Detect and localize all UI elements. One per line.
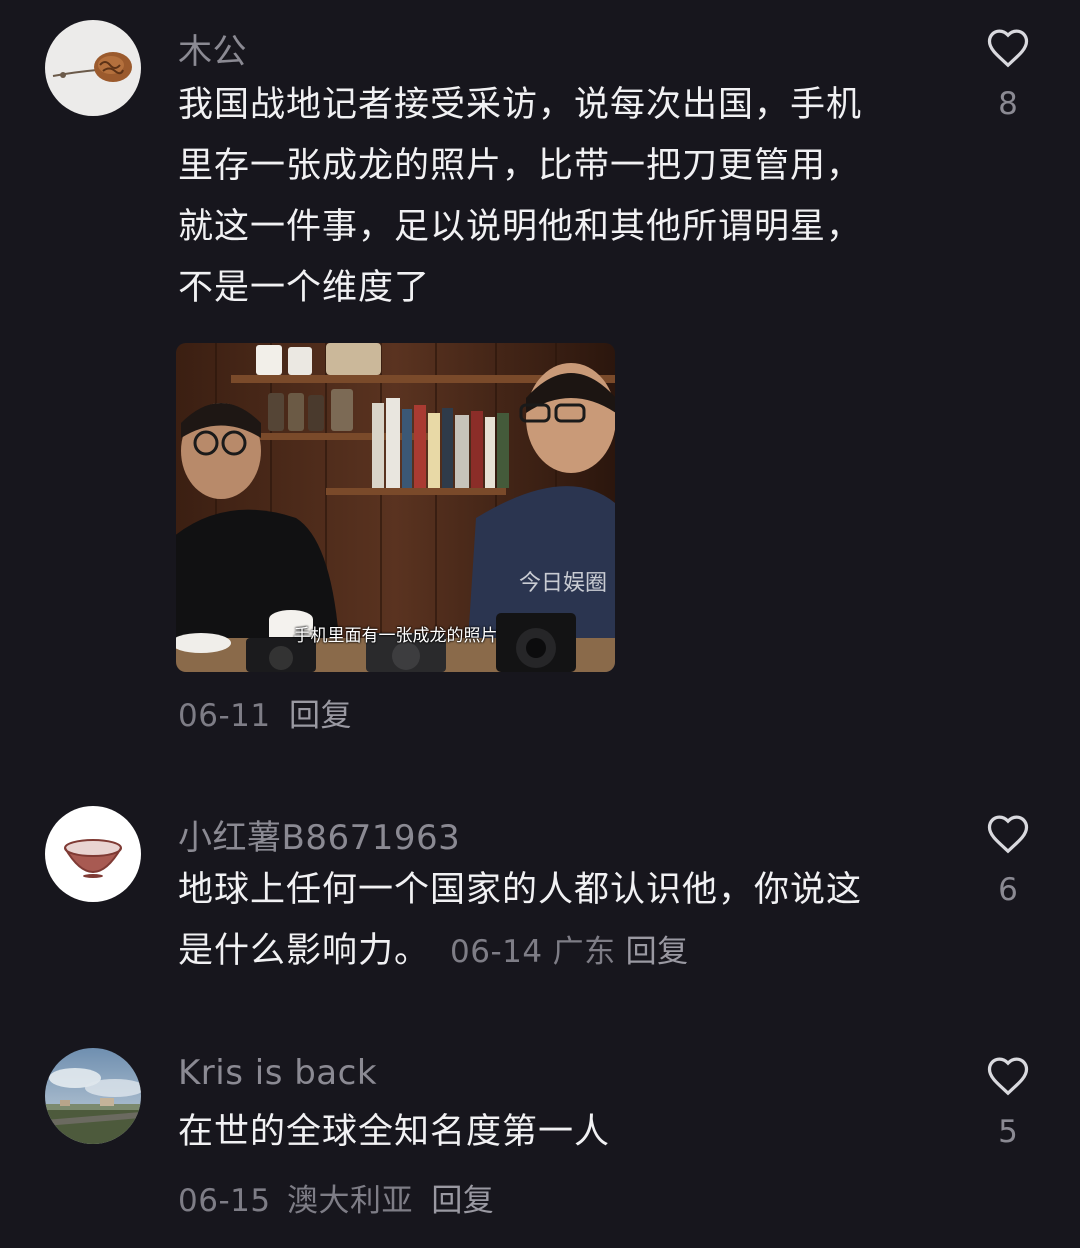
comment-line: 我国战地记者接受采访，说每次出国，手机 xyxy=(178,85,863,125)
comment-meta: 06-14 广东 回复 xyxy=(450,934,699,970)
user-avatar[interactable] xyxy=(45,1048,141,1144)
like-button[interactable] xyxy=(985,1054,1031,1096)
comment-location: 澳大利亚 xyxy=(286,1183,413,1219)
like-button[interactable] xyxy=(985,26,1031,68)
comment-image[interactable]: 今日娱圈 手机里面有一张成龙的照片 xyxy=(176,343,615,672)
user-avatar[interactable] xyxy=(45,20,141,116)
username[interactable]: Kris is back xyxy=(178,1053,377,1093)
comment-meta: 06-11 回复 xyxy=(178,690,352,735)
comment-line: 不是一个维度了 xyxy=(178,268,431,308)
like-count: 6 xyxy=(998,872,1018,908)
reply-button[interactable]: 回复 xyxy=(431,1183,494,1219)
comment-text: 在世的全球全知名度第一人 xyxy=(178,1102,610,1163)
comment-line: 里存一张成龙的照片，比带一把刀更管用， xyxy=(178,146,863,186)
comment-text: 我国战地记者接受采访，说每次出国，手机 里存一张成龙的照片，比带一把刀更管用， … xyxy=(178,75,862,319)
user-avatar[interactable] xyxy=(45,806,141,902)
comment-meta: 06-15 澳大利亚 回复 xyxy=(178,1175,494,1220)
like-count: 5 xyxy=(998,1114,1018,1150)
username[interactable]: 木公 xyxy=(178,24,247,73)
reply-button[interactable]: 回复 xyxy=(289,698,352,734)
landscape-avatar-icon xyxy=(45,1048,141,1144)
video-subtitle: 手机里面有一张成龙的照片 xyxy=(293,626,498,646)
comment-line: 在世的全球全知名度第一人 xyxy=(178,1112,611,1152)
comment-date: 06-15 xyxy=(178,1183,271,1219)
bowl-avatar-icon xyxy=(45,806,141,902)
like-button[interactable] xyxy=(985,812,1031,854)
heart-icon xyxy=(987,29,1029,68)
video-watermark: 今日娱圈 xyxy=(519,571,608,596)
username[interactable]: 小红薯B8671963 xyxy=(178,810,460,859)
comment-line: 是什么影响力。 06-14 广东 回复 xyxy=(178,921,862,983)
heart-icon xyxy=(987,815,1029,854)
heart-icon xyxy=(987,1057,1029,1096)
comment-date: 06-14 xyxy=(450,934,543,970)
walnut-spoon-avatar-icon xyxy=(45,20,141,116)
reply-button[interactable]: 回复 xyxy=(626,934,689,970)
comment-line: 地球上任何一个国家的人都认识他，你说这 xyxy=(178,870,863,910)
comment-line: 就这一件事，足以说明他和其他所谓明星， xyxy=(178,207,863,247)
comment-date: 06-11 xyxy=(178,698,271,734)
like-count: 8 xyxy=(998,86,1018,122)
comment-location: 广东 xyxy=(552,934,616,970)
comment-line-text: 是什么影响力。 xyxy=(178,931,431,971)
comment-text: 地球上任何一个国家的人都认识他，你说这 是什么影响力。 06-14 广东 回复 xyxy=(178,860,862,983)
